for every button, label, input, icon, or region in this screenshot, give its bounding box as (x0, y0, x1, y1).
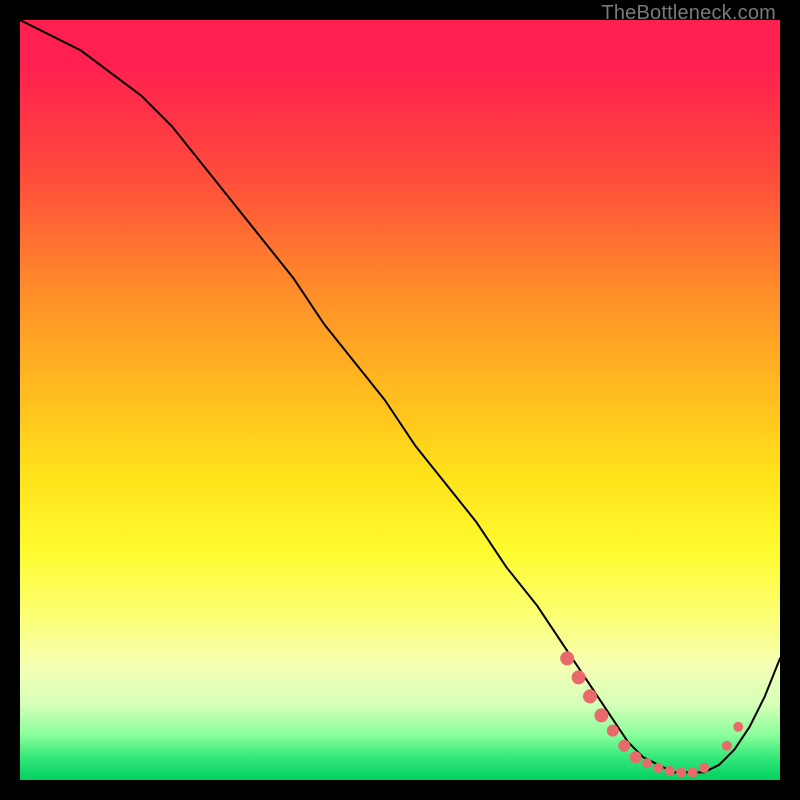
curve-markers (560, 651, 743, 777)
bottleneck-curve (20, 20, 780, 772)
curve-marker (583, 689, 597, 703)
chart-plot-area (20, 20, 780, 780)
curve-marker (676, 767, 686, 777)
curve-marker (722, 741, 732, 751)
curve-marker (642, 758, 652, 768)
curve-marker (630, 751, 642, 763)
curve-marker (594, 708, 608, 722)
curve-marker (665, 766, 675, 776)
curve-marker (699, 763, 709, 773)
curve-marker (688, 767, 698, 777)
curve-marker (572, 670, 586, 684)
chart-svg (20, 20, 780, 780)
curve-marker (618, 740, 630, 752)
curve-marker (560, 651, 574, 665)
curve-marker (733, 722, 743, 732)
chart-stage: TheBottleneck.com (0, 0, 800, 800)
curve-marker (653, 763, 663, 773)
curve-marker (607, 725, 619, 737)
